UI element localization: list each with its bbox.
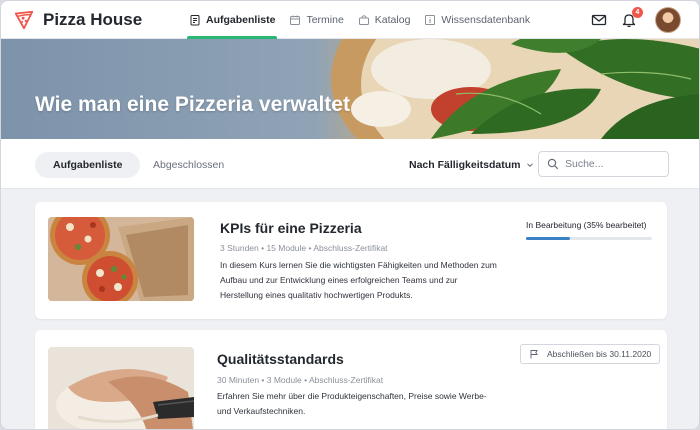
course-meta: 30 Minuten • 3 Module • Abschluss-Zertif… [217, 375, 384, 385]
header-actions: 4 [577, 1, 681, 39]
nav-item-label: Wissensdatenbank [441, 13, 531, 26]
mail-button[interactable] [591, 12, 607, 28]
course-meta: 3 Stunden • 15 Module • Abschluss-Zertif… [220, 243, 388, 253]
course-card[interactable]: KPIs für eine Pizzeria 3 Stunden • 15 Mo… [35, 202, 667, 319]
progress-bar-fill [526, 237, 571, 240]
bag-icon [358, 14, 369, 25]
course-thumbnail [48, 217, 194, 301]
search-box[interactable] [538, 151, 669, 177]
course-thumbnail [48, 347, 194, 429]
chevron-down-icon [527, 163, 534, 168]
nav-item-label: Katalog [374, 13, 411, 26]
search-input[interactable] [565, 158, 665, 170]
main-nav: Aufgabenliste Termine Katalog Wissensdat… [186, 1, 544, 39]
notifications-button[interactable]: 4 [621, 7, 643, 28]
deadline-badge: Abschließen bis 30.11.2020 [520, 344, 661, 364]
calendar-icon [290, 15, 301, 25]
top-navigation-bar: Pizza House Aufgabenliste Termine Katalo… [1, 1, 699, 39]
nav-item-label: Aufgabenliste [206, 13, 276, 26]
course-title[interactable]: Qualitätsstandards [217, 351, 344, 367]
course-description: Erfahren Sie mehr über die Produkteigens… [217, 391, 487, 416]
course-hero-banner: Wie man eine Pizzeria verwaltet [1, 39, 699, 139]
tab-abgeschlossen[interactable]: Abgeschlossen [135, 152, 242, 178]
notification-count-badge: 4 [632, 7, 643, 18]
brand[interactable]: Pizza House [13, 9, 189, 31]
sort-dropdown[interactable]: Nach Fälligkeitsdatum [409, 152, 534, 178]
nav-item-termine[interactable]: Termine [289, 1, 344, 39]
tab-aufgabenliste[interactable]: Aufgabenliste [35, 152, 141, 178]
nav-item-wissensdatenbank[interactable]: Wissensdatenbank [424, 1, 530, 39]
search-icon [547, 158, 559, 170]
info-icon [425, 14, 436, 25]
app-window: Pizza House Aufgabenliste Termine Katalo… [0, 0, 700, 430]
pizza-box-image [48, 217, 194, 301]
progress-status: In Bearbeitung (35% bearbeitet) [526, 220, 647, 230]
pizza-hero-image [1, 39, 699, 139]
mail-icon [591, 14, 607, 26]
course-card[interactable]: Qualitätsstandards 30 Minuten • 3 Module… [35, 330, 667, 429]
course-description: In diesem Kurs lernen Sie die wichtigste… [220, 260, 497, 300]
flag-icon [530, 350, 538, 359]
nav-item-aufgabenliste[interactable]: Aufgabenliste [186, 1, 278, 39]
nav-item-label: Termine [306, 13, 344, 26]
app-name: Pizza House [43, 9, 143, 29]
page-title: Wie man eine Pizzeria verwaltet [35, 93, 350, 116]
clipboard-icon [190, 14, 200, 25]
avatar[interactable] [655, 7, 681, 33]
nav-item-katalog[interactable]: Katalog [358, 1, 411, 39]
course-title[interactable]: KPIs für eine Pizzeria [220, 220, 362, 236]
progress-bar [526, 237, 652, 240]
deadline-text: Abschließen bis 30.11.2020 [547, 349, 652, 359]
filter-bar: Aufgabenliste Abgeschlossen Nach Fälligk… [1, 139, 699, 189]
sort-label: Nach Fälligkeitsdatum [409, 159, 521, 171]
pizza-slice-icon [14, 10, 34, 29]
dough-kneading-image [48, 347, 194, 429]
